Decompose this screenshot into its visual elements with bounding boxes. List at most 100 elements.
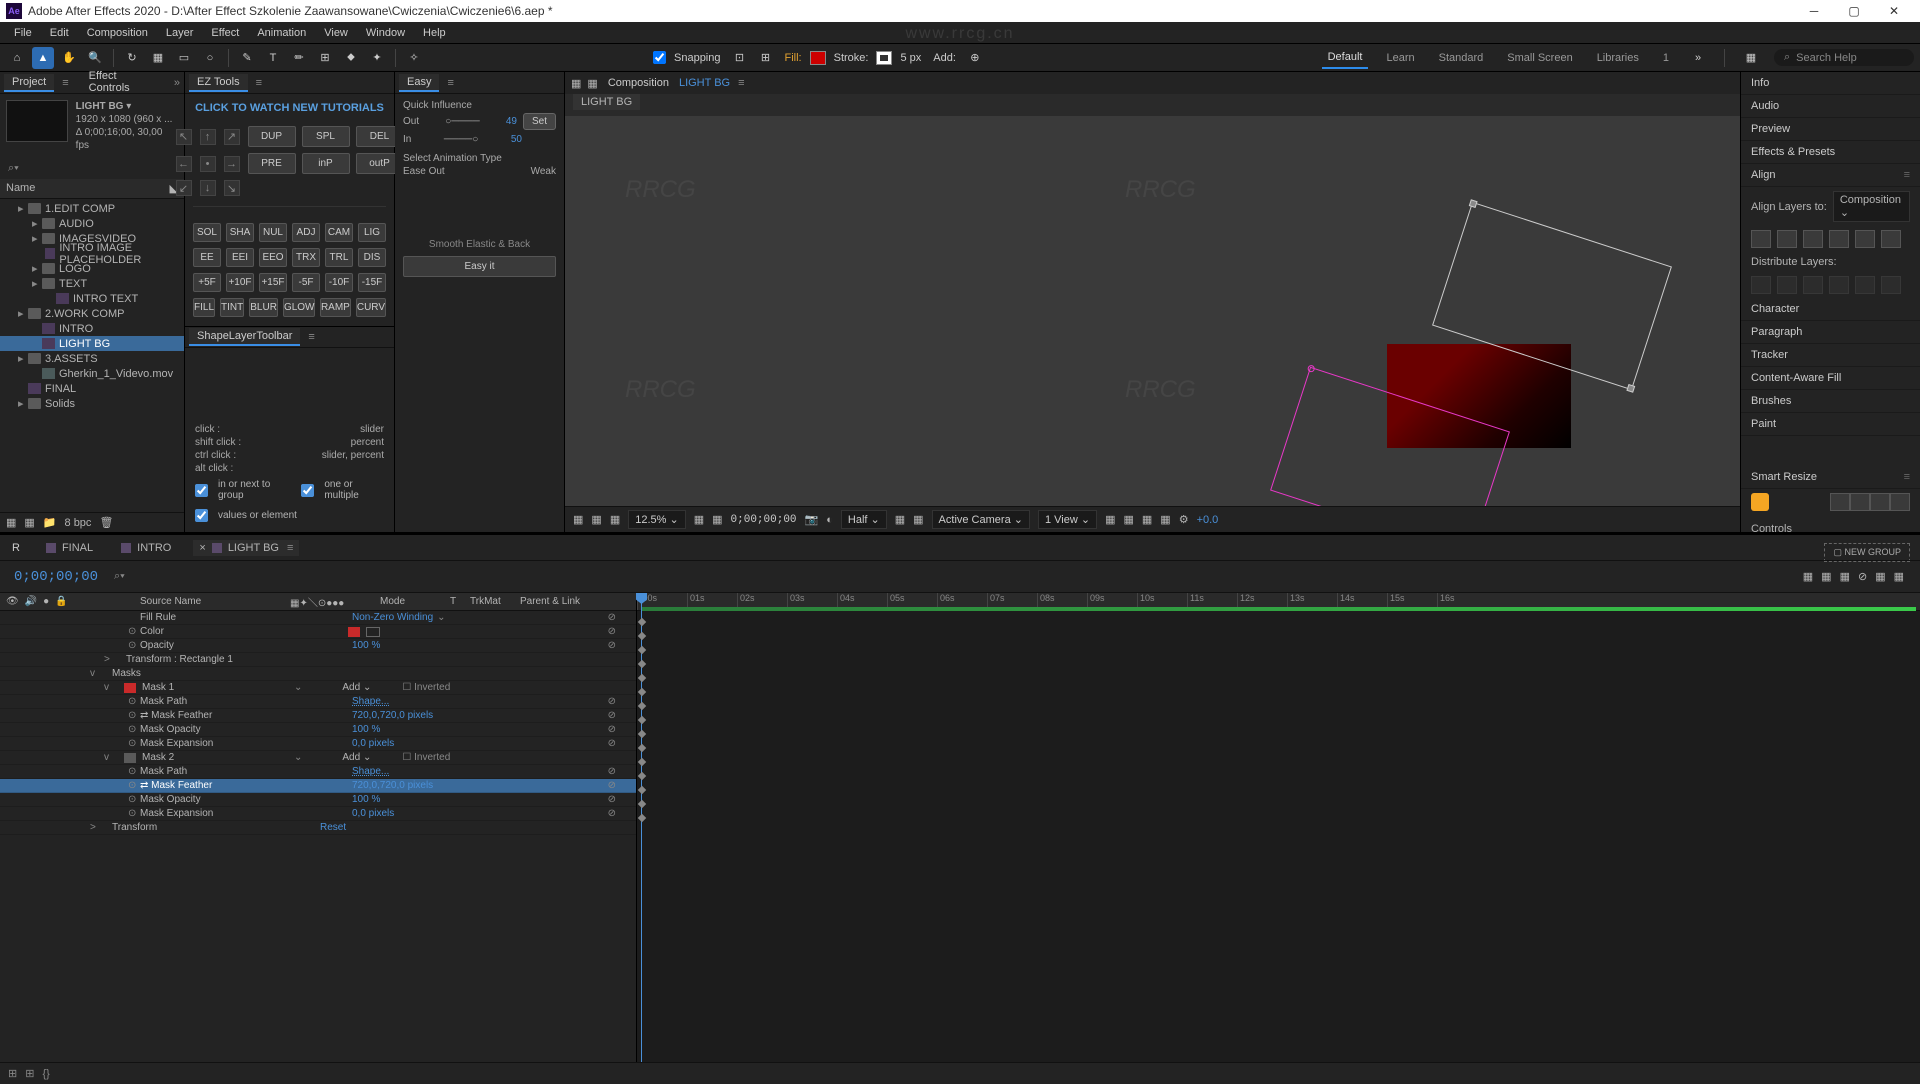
- keyframe-marker[interactable]: [638, 674, 646, 682]
- ez-dup[interactable]: DUP: [248, 126, 296, 147]
- ez-anchor-tr[interactable]: ↗: [224, 129, 240, 145]
- roto-tool-icon[interactable]: ✦: [366, 47, 388, 69]
- project-menu-icon[interactable]: ≡: [62, 77, 68, 89]
- viewer-layer-icon[interactable]: ▦: [587, 77, 597, 90]
- project-search[interactable]: ⌕▾: [0, 158, 184, 179]
- project-tree[interactable]: ▸1.EDIT COMP▸AUDIO▸IMAGESVIDEOINTRO IMAG…: [0, 199, 184, 512]
- tl-tab-lightbg[interactable]: × LIGHT BG ≡: [193, 540, 299, 556]
- smart-color-swatch[interactable]: [1751, 493, 1769, 511]
- ez-blur[interactable]: BLUR: [249, 298, 278, 317]
- workspace-small[interactable]: Small Screen: [1501, 48, 1578, 68]
- keyframe-marker[interactable]: [638, 618, 646, 626]
- trash-icon[interactable]: 🗑: [99, 516, 113, 529]
- ez-trl[interactable]: TRL: [325, 248, 353, 267]
- ease-out-label[interactable]: Ease Out: [403, 166, 445, 177]
- layer-row[interactable]: ⊙Mask Opacity100 %⊘: [0, 723, 636, 737]
- sr-btn1[interactable]: [1830, 493, 1850, 511]
- layer-row[interactable]: vMask 2⌄Add ⌄☐ Inverted: [0, 751, 636, 765]
- sr-btn4[interactable]: [1890, 493, 1910, 511]
- zoom-dropdown[interactable]: 12.5% ⌄: [628, 510, 685, 529]
- tl-icon-1[interactable]: ▦: [1803, 570, 1813, 583]
- align-target-dropdown[interactable]: Composition ⌄: [1833, 191, 1910, 222]
- minimize-button[interactable]: ─: [1794, 0, 1834, 22]
- tree-item-audio[interactable]: ▸AUDIO: [0, 216, 184, 231]
- viewer-timecode[interactable]: 0;00;00;00: [731, 514, 797, 526]
- new-folder-icon[interactable]: 📁: [43, 516, 57, 529]
- vf-btn2-icon[interactable]: ▦: [591, 513, 601, 526]
- ez-glow[interactable]: GLOW: [283, 298, 315, 317]
- viewer-comp-name[interactable]: LIGHT BG: [679, 77, 730, 89]
- ez-15f[interactable]: +15F: [259, 273, 287, 292]
- layer-row[interactable]: Fill RuleNon-Zero Winding⌄⊘: [0, 611, 636, 625]
- menu-file[interactable]: File: [6, 25, 40, 41]
- ez-trx[interactable]: TRX: [292, 248, 320, 267]
- workspace-menu-icon[interactable]: ▦: [1740, 47, 1762, 69]
- close-button[interactable]: ✕: [1874, 0, 1914, 22]
- ez-anchor-b[interactable]: ↓: [200, 180, 216, 196]
- bpc-toggle[interactable]: 8 bpc: [65, 517, 92, 529]
- ez-sha[interactable]: SHA: [226, 223, 254, 242]
- layer-row[interactable]: vMasks: [0, 667, 636, 681]
- keyframe-marker[interactable]: [638, 786, 646, 794]
- maximize-button[interactable]: ▢: [1834, 0, 1874, 22]
- tab-easy[interactable]: Easy: [399, 74, 439, 92]
- ez-banner[interactable]: CLICK TO WATCH NEW TUTORIALS: [185, 94, 394, 122]
- stroke-swatch[interactable]: [876, 51, 892, 65]
- set-button[interactable]: Set: [523, 113, 556, 130]
- home-tool-icon[interactable]: ⌂: [6, 47, 28, 69]
- layer-row[interactable]: ⊙Color⊘: [0, 625, 636, 639]
- ez-10f[interactable]: -10F: [325, 273, 353, 292]
- keyframe-marker[interactable]: [638, 730, 646, 738]
- solo-col-icon[interactable]: ●: [43, 596, 49, 607]
- ez-anchor-c[interactable]: •: [200, 156, 216, 172]
- switches-col[interactable]: ▦✦＼⊙●●●: [290, 594, 380, 609]
- tl-icon-4[interactable]: ⊘: [1858, 570, 1867, 583]
- keyframe-marker[interactable]: [638, 814, 646, 822]
- smart-menu-icon[interactable]: ≡: [1904, 471, 1910, 483]
- eraser-tool-icon[interactable]: ⬥: [340, 47, 362, 69]
- easy-menu-icon[interactable]: ≡: [447, 77, 453, 89]
- keyframe-marker[interactable]: [638, 660, 646, 668]
- ez-inp[interactable]: inP: [302, 153, 350, 174]
- chk-values-element[interactable]: [195, 509, 208, 522]
- tl-foot-1-icon[interactable]: ⊞: [8, 1067, 17, 1080]
- tab-project[interactable]: Project: [4, 74, 54, 92]
- align-vcenter[interactable]: [1855, 230, 1875, 248]
- menu-composition[interactable]: Composition: [79, 25, 156, 41]
- ez-cam[interactable]: CAM: [325, 223, 353, 242]
- workspace-learn[interactable]: Learn: [1380, 48, 1420, 68]
- ez-pre[interactable]: PRE: [248, 153, 296, 174]
- parent-col[interactable]: Parent & Link: [520, 596, 580, 607]
- timeline-graph[interactable]: :00s01s02s03s04s05s06s07s08s09s10s11s12s…: [637, 593, 1920, 1062]
- sr-btn2[interactable]: [1850, 493, 1870, 511]
- align-hcenter[interactable]: [1777, 230, 1797, 248]
- tl-tab-menu-icon[interactable]: ≡: [287, 542, 293, 554]
- ez-adj[interactable]: ADJ: [292, 223, 320, 242]
- audio-col-icon[interactable]: 🔊: [25, 596, 37, 607]
- vf-btn6-icon[interactable]: ▦: [895, 513, 905, 526]
- ez-sol[interactable]: SOL: [193, 223, 221, 242]
- layer-row[interactable]: ⊙Opacity100 %⊘: [0, 639, 636, 653]
- keyframe-marker[interactable]: [638, 800, 646, 808]
- vf-btn11-icon[interactable]: ▦: [1160, 513, 1170, 526]
- align-bottom[interactable]: [1881, 230, 1901, 248]
- menu-layer[interactable]: Layer: [158, 25, 202, 41]
- viewer-canvas[interactable]: ↖ ▫ RRCG RRCG RRCG RRCG: [565, 116, 1740, 506]
- sr-btn3[interactable]: [1870, 493, 1890, 511]
- tree-item-1-edit-comp[interactable]: ▸1.EDIT COMP: [0, 201, 184, 216]
- fill-swatch[interactable]: [810, 51, 826, 65]
- weak-label[interactable]: Weak: [531, 166, 556, 177]
- ez-ee[interactable]: EE: [193, 248, 221, 267]
- name-column[interactable]: Name: [6, 182, 35, 195]
- layer-row[interactable]: ⊙⇄ Mask Feather720,0,720,0 pixels⊘: [0, 709, 636, 723]
- tree-item-3-assets[interactable]: ▸3.ASSETS: [0, 351, 184, 366]
- ez-eei[interactable]: EEI: [226, 248, 254, 267]
- vf-btn8-icon[interactable]: ▦: [1105, 513, 1115, 526]
- timeline-search[interactable]: ⌕▾: [106, 570, 133, 583]
- menu-window[interactable]: Window: [358, 25, 413, 41]
- vf-gear-icon[interactable]: ⚙: [1179, 513, 1189, 526]
- orbit-tool-icon[interactable]: ↻: [121, 47, 143, 69]
- keyframe-marker[interactable]: [638, 646, 646, 654]
- workspace-1[interactable]: 1: [1657, 48, 1675, 68]
- ez-menu-icon[interactable]: ≡: [256, 77, 262, 89]
